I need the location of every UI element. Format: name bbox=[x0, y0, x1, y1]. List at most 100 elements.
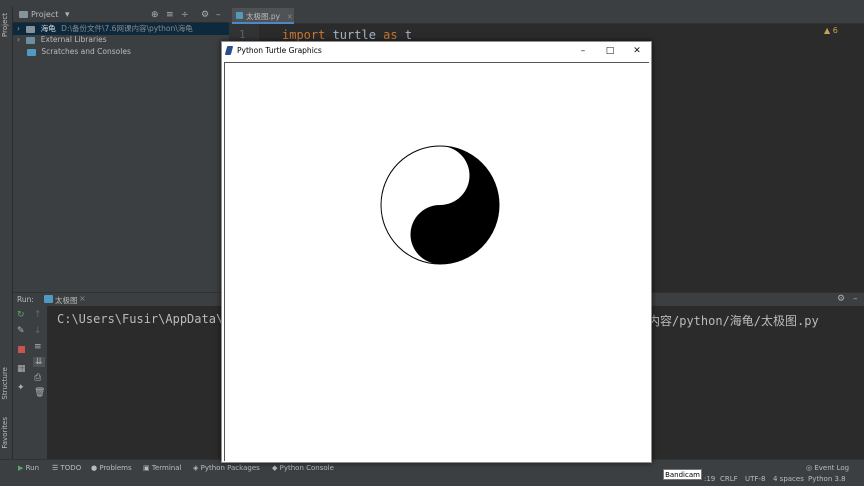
play-icon: ▶ bbox=[18, 464, 24, 472]
python-interpreter[interactable]: Python 3.8 bbox=[808, 475, 846, 483]
alias-name: t bbox=[397, 28, 413, 42]
wrench-icon[interactable]: ✎ bbox=[17, 326, 25, 336]
console-output-left: C:\Users\Fusir\AppData\ bbox=[57, 312, 224, 326]
feather-icon bbox=[224, 46, 234, 55]
status-bar: ▶ Run ☰ TODO ● Problems ▣ Terminal ◈ Pyt… bbox=[0, 459, 864, 486]
terminal-icon: ▣ bbox=[143, 464, 150, 472]
terminal-tool-label: Terminal bbox=[151, 464, 182, 472]
tree-item-label: External Libraries bbox=[40, 35, 107, 44]
chevron-right-icon[interactable]: › bbox=[17, 35, 20, 44]
file-encoding[interactable]: UTF-8 bbox=[745, 475, 765, 483]
todo-tool-button[interactable]: ☰ TODO bbox=[52, 464, 81, 472]
event-log-label: Event Log bbox=[814, 464, 850, 472]
run-tab-label[interactable]: 太极图 bbox=[55, 295, 78, 306]
turtle-window-titlebar[interactable]: Python Turtle Graphics – □ ✕ bbox=[222, 42, 651, 60]
up-arrow-icon[interactable]: ↑ bbox=[34, 310, 42, 320]
warnings-count: 6 bbox=[832, 26, 838, 35]
python-packages-tool-button[interactable]: ◈ Python Packages bbox=[193, 464, 260, 472]
python-icon: ◆ bbox=[272, 464, 278, 472]
project-panel-header: Project ▾ ⊕ ≡ ÷ ⚙ – bbox=[13, 7, 229, 23]
minimize-button[interactable]: – bbox=[573, 44, 593, 58]
close-button[interactable]: ✕ bbox=[627, 44, 647, 58]
tree-item-scratches[interactable]: Scratches and Consoles bbox=[13, 47, 229, 59]
run-label: Run: bbox=[17, 295, 34, 304]
line-number: 1 bbox=[239, 28, 246, 41]
run-toolbar: ↻ ↑ ✎ ↓ ≡ ⇊ ▦ ⎙ ✦ 🗑 bbox=[13, 306, 47, 459]
tree-item-label: Scratches and Consoles bbox=[41, 47, 131, 56]
taiji-black-dot bbox=[432, 227, 448, 242]
left-tool-strip: Project Structure Favorites bbox=[0, 7, 13, 459]
keyword-import: import bbox=[282, 28, 326, 42]
project-panel: Project ▾ ⊕ ≡ ÷ ⚙ – › 海龟 D:\备份文件\7.6网课内容… bbox=[13, 7, 229, 292]
problems-tool-button[interactable]: ● Problems bbox=[91, 464, 132, 472]
python-console-label: Python Console bbox=[279, 464, 334, 472]
down-arrow-icon[interactable]: ↓ bbox=[34, 326, 42, 336]
project-tool-tab[interactable]: Project bbox=[1, 13, 9, 37]
warnings-indicator[interactable]: ▲ 6 bbox=[824, 26, 838, 35]
python-file-icon bbox=[236, 12, 243, 19]
soft-wrap-icon[interactable]: ≡ bbox=[34, 342, 42, 352]
library-icon bbox=[26, 36, 36, 44]
taiji-white-dot bbox=[432, 168, 448, 183]
line-separator[interactable]: CRLF bbox=[720, 475, 738, 483]
module-name: turtle bbox=[325, 28, 384, 42]
collapse-all-icon[interactable]: ÷ bbox=[181, 10, 189, 20]
gear-icon[interactable]: ⚙ bbox=[837, 294, 845, 304]
locate-icon[interactable]: ⊕ bbox=[151, 10, 159, 20]
tree-item-path: D:\备份文件\7.6网课内容\python\海龟 bbox=[61, 24, 193, 33]
pin-icon[interactable]: ✦ bbox=[17, 383, 25, 393]
console-output-right: 课内容/python/海龟/太极图.py bbox=[636, 314, 819, 328]
terminal-tool-button[interactable]: ▣ Terminal bbox=[143, 464, 181, 472]
chevron-down-icon[interactable]: ▾ bbox=[65, 10, 70, 20]
todo-tool-label: TODO bbox=[60, 464, 82, 472]
chevron-right-icon[interactable]: › bbox=[17, 24, 20, 33]
favorites-tool-tab[interactable]: Favorites bbox=[1, 417, 9, 449]
tree-item-external-libraries[interactable]: › External Libraries bbox=[13, 35, 229, 47]
run-tool-label: Run bbox=[25, 464, 40, 472]
scroll-to-end-icon[interactable]: ⇊ bbox=[33, 357, 45, 367]
folder-icon bbox=[26, 25, 36, 33]
gear-icon[interactable]: ⚙ bbox=[201, 10, 209, 20]
turtle-graphics-window: Python Turtle Graphics – □ ✕ bbox=[221, 41, 652, 463]
bandicam-watermark: Bandicam bbox=[663, 469, 702, 480]
tab-label: 太极图.py bbox=[246, 12, 281, 21]
turtle-window-title: Python Turtle Graphics bbox=[237, 46, 322, 55]
expand-all-icon[interactable]: ≡ bbox=[166, 10, 174, 20]
print-icon[interactable]: ⎙ bbox=[34, 373, 41, 383]
info-icon: ● bbox=[91, 464, 98, 472]
tree-item-label: 海龟 bbox=[40, 24, 56, 33]
taiji-drawing bbox=[380, 145, 500, 265]
tab-taiji-py[interactable]: 太极图.py × bbox=[232, 8, 294, 24]
keyword-as: as bbox=[383, 28, 398, 42]
close-icon[interactable]: × bbox=[79, 294, 86, 303]
structure-tool-tab[interactable]: Structure bbox=[1, 367, 9, 400]
hide-icon[interactable]: – bbox=[216, 10, 221, 20]
turtle-canvas[interactable] bbox=[224, 62, 649, 461]
event-log-icon: ◎ bbox=[806, 464, 813, 472]
code-line-1[interactable]: import turtle as t bbox=[282, 28, 412, 42]
editor-tab-bar: 太极图.py × bbox=[229, 7, 864, 24]
maximize-button[interactable]: □ bbox=[600, 44, 620, 58]
caret-position[interactable]: :19 bbox=[704, 475, 715, 483]
close-icon[interactable]: × bbox=[286, 12, 292, 21]
list-icon: ☰ bbox=[52, 464, 59, 472]
packages-icon: ◈ bbox=[193, 464, 199, 472]
trash-icon[interactable]: 🗑 bbox=[34, 388, 45, 398]
project-panel-title[interactable]: Project bbox=[31, 10, 58, 19]
event-log-button[interactable]: ◎ Event Log bbox=[806, 464, 849, 472]
problems-tool-label: Problems bbox=[99, 464, 132, 472]
python-console-tool-button[interactable]: ◆ Python Console bbox=[272, 464, 334, 472]
project-folder-icon bbox=[19, 11, 28, 18]
python-file-icon bbox=[44, 295, 53, 303]
indent-setting[interactable]: 4 spaces bbox=[773, 475, 804, 483]
top-toolbar bbox=[0, 0, 864, 7]
layout-icon[interactable]: ▦ bbox=[17, 364, 26, 374]
tree-item-project-root[interactable]: › 海龟 D:\备份文件\7.6网课内容\python\海龟 bbox=[13, 23, 229, 35]
stop-icon[interactable] bbox=[18, 346, 25, 353]
hide-icon[interactable]: – bbox=[853, 294, 858, 304]
python-packages-label: Python Packages bbox=[200, 464, 260, 472]
scratches-icon bbox=[27, 48, 36, 56]
rerun-icon[interactable]: ↻ bbox=[17, 310, 25, 320]
run-tool-button[interactable]: ▶ Run bbox=[18, 464, 39, 472]
warning-icon: ▲ bbox=[824, 26, 831, 35]
